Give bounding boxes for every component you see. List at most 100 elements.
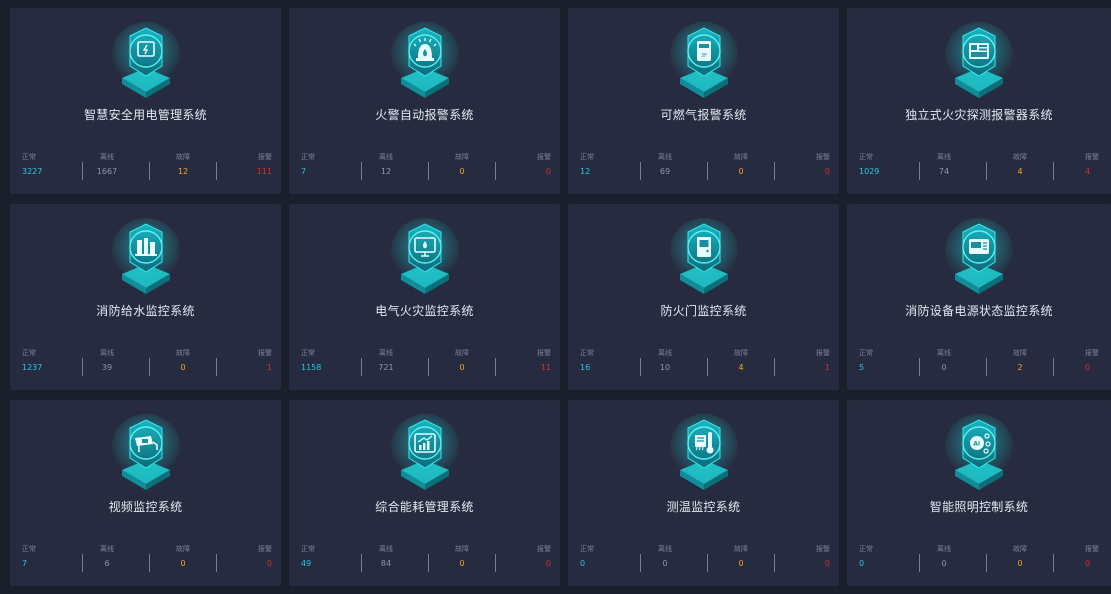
system-card[interactable]: 消防给水监控系统 正常 1237 离线 39 故障 0 报警 1 <box>10 204 281 390</box>
stat-label-normal: 正常 <box>22 545 36 553</box>
stat-value-offline: 12 <box>380 167 392 176</box>
electric-fire-monitor-icon <box>385 216 465 298</box>
stat-value-offline: 74 <box>938 167 950 176</box>
divider <box>216 358 217 376</box>
stat-label-alarm: 报警 <box>1085 349 1099 357</box>
system-card[interactable]: 独立式火灾探测报警器系统 正常 1029 离线 74 故障 4 报警 4 <box>847 8 1111 194</box>
status-stats: 正常 1237 离线 39 故障 0 报警 1 <box>10 348 281 380</box>
stat-alarm: 报警 0 <box>780 544 830 570</box>
system-card[interactable]: 综合能耗管理系统 正常 49 离线 84 故障 0 报警 0 <box>289 400 560 586</box>
divider <box>149 358 150 376</box>
stat-fault: 故障 12 <box>158 152 208 178</box>
divider <box>216 162 217 180</box>
stat-label-normal: 正常 <box>859 153 873 161</box>
stat-value-alarm: 0 <box>824 559 830 568</box>
system-card[interactable]: 视频监控系统 正常 7 离线 6 故障 0 报警 0 <box>10 400 281 586</box>
divider <box>495 554 496 572</box>
system-title: 智能照明控制系统 <box>929 500 1029 514</box>
stat-label-alarm: 报警 <box>258 545 272 553</box>
stat-label-alarm: 报警 <box>1085 153 1099 161</box>
stat-value-fault: 0 <box>738 559 744 568</box>
stat-value-alarm: 0 <box>1085 363 1091 372</box>
stat-label-fault: 故障 <box>734 545 748 553</box>
stat-fault: 故障 0 <box>437 544 487 570</box>
stat-value-offline: 721 <box>378 363 394 372</box>
stat-offline: 离线 12 <box>361 152 411 178</box>
stat-alarm: 报警 1 <box>780 348 830 374</box>
stat-offline: 离线 6 <box>82 544 132 570</box>
system-card[interactable]: 消防设备电源状态监控系统 正常 5 离线 0 故障 2 报警 0 <box>847 204 1111 390</box>
stat-value-offline: 0 <box>941 559 947 568</box>
divider <box>986 358 987 376</box>
system-card[interactable]: 3F 可燃气报警系统 正常 12 离线 69 故障 0 报警 0 <box>568 8 839 194</box>
stat-value-alarm: 0 <box>266 559 272 568</box>
stat-value-offline: 0 <box>662 559 668 568</box>
ai-lighting-icon: AI <box>939 412 1019 494</box>
stat-label-fault: 故障 <box>1013 349 1027 357</box>
stat-label-fault: 故障 <box>455 153 469 161</box>
system-title: 智慧安全用电管理系统 <box>83 108 207 122</box>
alarm-siren-icon <box>385 20 465 102</box>
water-pump-icon <box>106 216 186 298</box>
stat-label-fault: 故障 <box>734 349 748 357</box>
stat-fault: 故障 4 <box>716 348 766 374</box>
stat-label-offline: 离线 <box>100 153 114 161</box>
system-card[interactable]: 测温监控系统 正常 0 离线 0 故障 0 报警 0 <box>568 400 839 586</box>
stat-label-offline: 离线 <box>937 349 951 357</box>
stat-value-alarm: 0 <box>545 167 551 176</box>
stat-label-fault: 故障 <box>176 349 190 357</box>
stat-alarm: 报警 0 <box>780 152 830 178</box>
stat-value-alarm: 11 <box>540 363 551 372</box>
divider <box>986 554 987 572</box>
system-card[interactable]: 防火门监控系统 正常 16 离线 10 故障 4 报警 1 <box>568 204 839 390</box>
svg-text:3F: 3F <box>701 53 707 59</box>
stat-value-fault: 0 <box>1017 559 1023 568</box>
divider <box>428 162 429 180</box>
system-card[interactable]: 智慧安全用电管理系统 正常 3227 离线 1667 故障 12 报警 111 <box>10 8 281 194</box>
stat-alarm: 报警 11 <box>501 348 551 374</box>
stat-normal: 正常 1237 <box>22 348 72 374</box>
stat-offline: 离线 74 <box>919 152 969 178</box>
divider <box>1053 162 1054 180</box>
status-stats: 正常 1158 离线 721 故障 0 报警 11 <box>289 348 560 380</box>
stat-label-alarm: 报警 <box>816 153 830 161</box>
divider <box>707 358 708 376</box>
stat-label-normal: 正常 <box>580 349 594 357</box>
divider <box>149 162 150 180</box>
stat-value-offline: 6 <box>104 559 110 568</box>
stat-label-normal: 正常 <box>580 545 594 553</box>
stat-label-offline: 离线 <box>658 153 672 161</box>
stat-label-normal: 正常 <box>301 545 315 553</box>
system-card[interactable]: 电气火灾监控系统 正常 1158 离线 721 故障 0 报警 11 <box>289 204 560 390</box>
stat-value-normal: 1237 <box>22 363 43 372</box>
stat-label-normal: 正常 <box>301 349 315 357</box>
stat-alarm: 报警 0 <box>222 544 272 570</box>
stat-value-offline: 84 <box>380 559 392 568</box>
stat-value-alarm: 0 <box>1085 559 1091 568</box>
stat-label-alarm: 报警 <box>258 153 272 161</box>
stat-value-normal: 5 <box>859 363 865 372</box>
stat-alarm: 报警 0 <box>1085 544 1111 570</box>
stat-value-offline: 39 <box>101 363 113 372</box>
stat-label-normal: 正常 <box>22 349 36 357</box>
stat-value-alarm: 4 <box>1085 167 1091 176</box>
stat-normal: 正常 5 <box>859 348 909 374</box>
stat-value-fault: 0 <box>738 167 744 176</box>
stat-normal: 正常 1029 <box>859 152 909 178</box>
stat-label-offline: 离线 <box>379 349 393 357</box>
system-card[interactable]: AI 智能照明控制系统 正常 0 离线 0 故障 0 报警 0 <box>847 400 1111 586</box>
stat-normal: 正常 12 <box>580 152 630 178</box>
divider <box>774 162 775 180</box>
stat-fault: 故障 0 <box>716 152 766 178</box>
stat-value-fault: 2 <box>1017 363 1023 372</box>
stat-value-fault: 4 <box>738 363 744 372</box>
stat-value-normal: 1158 <box>301 363 322 372</box>
stat-value-normal: 7 <box>22 559 28 568</box>
stat-value-normal: 1029 <box>859 167 880 176</box>
stat-label-alarm: 报警 <box>816 349 830 357</box>
stat-value-alarm: 0 <box>824 167 830 176</box>
stat-label-fault: 故障 <box>455 545 469 553</box>
stat-fault: 故障 0 <box>437 152 487 178</box>
system-card[interactable]: 火警自动报警系统 正常 7 离线 12 故障 0 报警 0 <box>289 8 560 194</box>
divider <box>216 554 217 572</box>
